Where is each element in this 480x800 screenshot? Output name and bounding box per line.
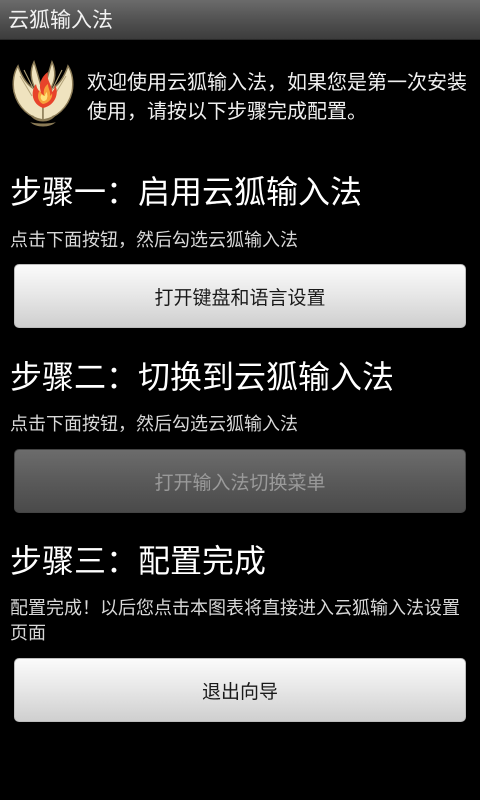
app-title: 云狐输入法 [8, 8, 113, 32]
open-keyboard-language-settings-button[interactable]: 打开键盘和语言设置 [14, 264, 466, 328]
open-input-method-switch-menu-button[interactable]: 打开输入法切换菜单 [14, 449, 466, 513]
title-bar: 云狐输入法 [0, 0, 480, 40]
step-3-title: 步骤三：配置完成 [10, 542, 267, 580]
exit-wizard-button[interactable]: 退出向导 [14, 658, 466, 722]
step-2-title: 步骤二：切换到云狐输入法 [10, 358, 395, 396]
fox-flame-logo-icon [10, 58, 76, 134]
step-1-description: 点击下面按钮，然后勾选云狐输入法 [10, 230, 298, 251]
step-3-description: 配置完成！以后您点击本图表将直接进入云狐输入法设置页面 [10, 598, 460, 644]
step-2-description: 点击下面按钮，然后勾选云狐输入法 [10, 414, 298, 435]
step-1-title: 步骤一：启用云狐输入法 [10, 173, 363, 211]
welcome-text: 欢迎使用云狐输入法，如果您是第一次安装使用，请按以下步骤完成配置。 [87, 70, 467, 123]
